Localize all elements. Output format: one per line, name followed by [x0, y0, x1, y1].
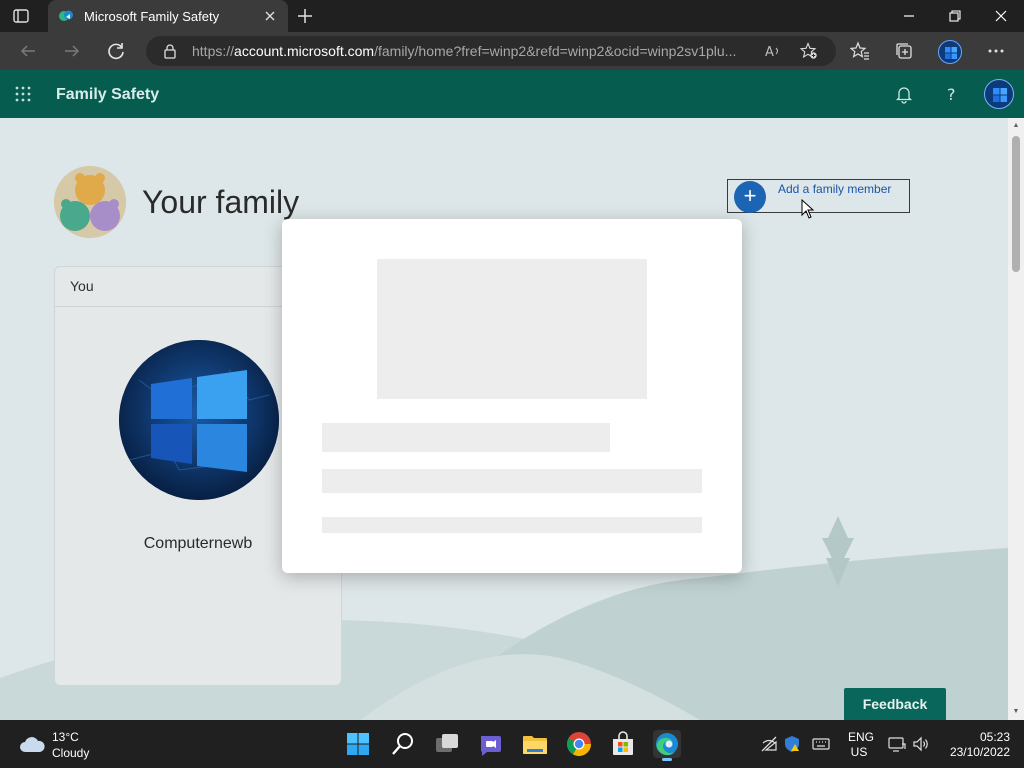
clock-time: 05:23 [979, 730, 1010, 744]
browser-tab-family-safety[interactable]: Microsoft Family Safety [48, 0, 288, 32]
minimize-button[interactable] [886, 0, 932, 32]
scrollbar-thumb[interactable] [1012, 136, 1020, 272]
weather-temperature[interactable]: 13°C [52, 730, 79, 744]
system-clock[interactable]: 05:23 23/10/2022 [940, 730, 1010, 760]
windows-taskbar: 13°C Cloudy ENG US 05:23 23/10/2022 [0, 720, 1024, 768]
start-button[interactable] [344, 730, 372, 758]
page-title: Your family [142, 184, 300, 220]
browser-tab-strip: Microsoft Family Safety [0, 0, 1024, 32]
microsoft-store-button[interactable] [609, 730, 637, 758]
restore-icon [949, 10, 961, 22]
clock-date: 23/10/2022 [949, 745, 1010, 759]
keyboard-icon[interactable] [812, 735, 830, 753]
back-icon[interactable] [18, 41, 38, 61]
read-aloud-icon[interactable]: A [764, 42, 782, 60]
restore-button[interactable] [932, 0, 978, 32]
active-app-indicator [662, 758, 672, 761]
file-explorer-button[interactable] [521, 730, 549, 758]
url-prefix: https:// [192, 43, 235, 59]
volume-icon[interactable] [912, 735, 930, 753]
more-options-icon[interactable] [986, 41, 1006, 61]
favorites-icon[interactable] [850, 41, 870, 61]
feedback-button[interactable]: Feedback [844, 688, 946, 720]
close-icon [995, 10, 1007, 22]
security-warning-icon[interactable] [784, 735, 802, 753]
url-domain: account.microsoft.com [234, 43, 375, 59]
text-placeholder-short [322, 517, 702, 533]
member-card-header-label: You [70, 278, 94, 294]
teams-chat-button[interactable] [477, 730, 505, 758]
family-safety-favicon-icon [59, 10, 73, 21]
task-view-button[interactable] [433, 730, 461, 758]
image-placeholder [377, 259, 647, 399]
tab-title: Microsoft Family Safety [84, 9, 220, 24]
forward-icon[interactable] [62, 41, 82, 61]
svg-text:?: ? [947, 85, 956, 104]
chrome-icon [566, 732, 591, 757]
loading-dialog [282, 219, 742, 573]
page-scrollbar[interactable]: ▲ ▼ [1008, 118, 1024, 720]
account-avatar[interactable] [984, 79, 1014, 109]
add-family-member-button[interactable]: + Add a family member [727, 179, 910, 213]
windows-logo-icon [993, 88, 1007, 102]
add-member-label: Add a family member [778, 182, 892, 196]
heading-placeholder [322, 423, 610, 452]
minimize-icon [904, 15, 914, 17]
add-favorite-icon[interactable] [800, 42, 818, 60]
family-avatar [54, 166, 126, 238]
lock-icon[interactable] [162, 43, 178, 59]
windows-start-icon [347, 733, 369, 755]
tab-actions-icon[interactable] [12, 7, 30, 25]
plus-icon: + [734, 181, 766, 213]
search-button[interactable] [389, 730, 417, 758]
app-launcher-icon[interactable] [14, 85, 32, 103]
scroll-up-icon[interactable]: ▲ [1012, 122, 1020, 130]
windows-logo-icon [945, 47, 957, 59]
weather-condition[interactable]: Cloudy [52, 746, 89, 760]
address-bar[interactable]: https://account.microsoft.com/family/hom… [146, 36, 836, 66]
search-icon [392, 733, 413, 755]
collections-icon[interactable] [894, 41, 914, 61]
help-icon[interactable]: ? [942, 84, 962, 104]
notifications-bell-icon[interactable] [894, 84, 914, 104]
input-language[interactable]: ENG US [848, 730, 875, 760]
app-header: Family Safety ? [0, 70, 1024, 118]
close-window-button[interactable] [978, 0, 1024, 32]
scroll-down-icon[interactable]: ▼ [1012, 708, 1020, 716]
windows-logo-icon [119, 340, 279, 500]
display-network-icon[interactable] [888, 735, 906, 753]
member-avatar[interactable] [119, 340, 279, 500]
refresh-icon[interactable] [106, 41, 126, 61]
text-placeholder [322, 469, 702, 493]
language-code: ENG [848, 730, 875, 744]
edge-button[interactable] [653, 730, 681, 761]
store-icon [613, 731, 633, 755]
svg-text:A: A [765, 45, 774, 60]
app-name[interactable]: Family Safety [56, 86, 159, 104]
mouse-cursor-icon [801, 199, 815, 219]
folder-icon [523, 736, 547, 754]
browser-toolbar: https://account.microsoft.com/family/hom… [0, 32, 1024, 70]
url-path: /family/home?fref=winp2&refd=winp2&ocid=… [374, 43, 737, 59]
bear-family-icon [54, 166, 126, 238]
close-tab-icon[interactable] [262, 8, 278, 24]
region-code: US [850, 745, 868, 759]
task-view-icon [436, 734, 458, 752]
edge-icon [656, 733, 678, 756]
chrome-button[interactable] [565, 730, 593, 758]
url-text: https://account.microsoft.com/family/hom… [192, 43, 757, 59]
new-tab-icon[interactable] [296, 7, 314, 25]
network-disconnected-icon[interactable] [760, 735, 778, 753]
cloud-weather-icon[interactable] [18, 734, 46, 754]
chat-icon [480, 736, 501, 756]
browser-profile-avatar[interactable] [938, 40, 962, 64]
